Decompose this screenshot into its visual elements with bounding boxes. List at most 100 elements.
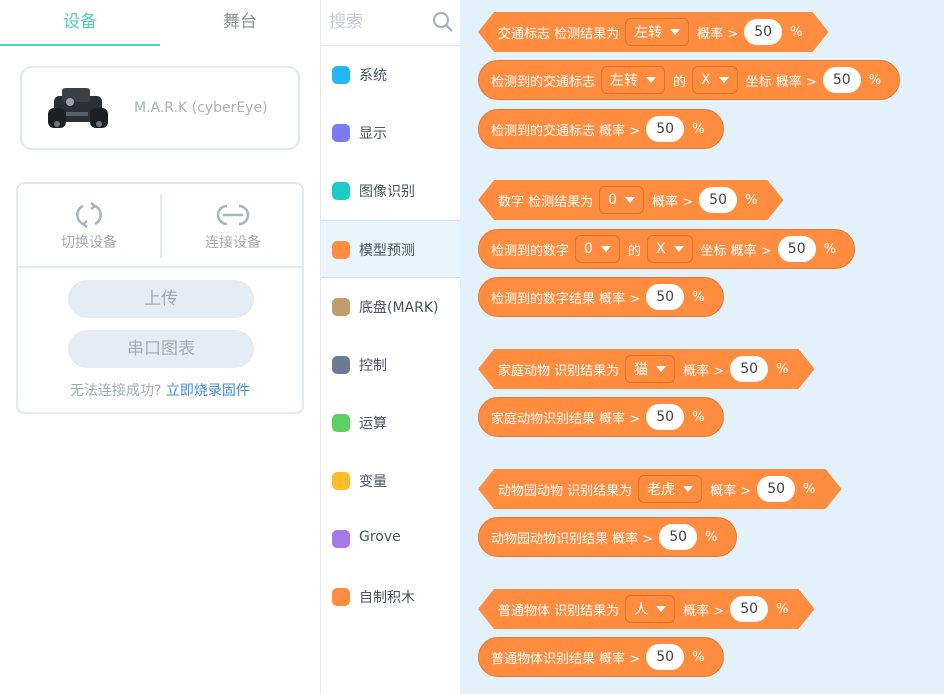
device-card[interactable]: M.A.R.K (cyberEye) — [20, 66, 300, 150]
block-dropdown[interactable]: X — [646, 235, 693, 263]
tab-device[interactable]: 设备 — [0, 0, 160, 46]
block-dropdown[interactable]: 老虎 — [638, 475, 702, 503]
block-text: 概率 > — [710, 483, 752, 499]
switch-icon — [76, 202, 102, 228]
reporter-block[interactable]: 动物园动物识别结果 概率 > 50% — [478, 517, 737, 557]
reporter-block[interactable]: 普通物体识别结果 概率 > 50% — [478, 637, 724, 677]
probability-input[interactable]: 50 — [659, 524, 698, 550]
category-label: 底盘(MARK) — [359, 300, 439, 316]
search-bar — [321, 0, 460, 46]
probability-input[interactable]: 50 — [744, 19, 782, 45]
connect-device-button[interactable]: 连接设备 — [162, 184, 304, 266]
block-text: 动物园动物识别结果 概率 > — [491, 531, 654, 547]
block-dropdown[interactable]: 0 — [599, 186, 644, 214]
block-text: 检测到的数字结果 概率 > — [491, 291, 641, 307]
search-icon[interactable] — [431, 10, 455, 34]
block-text: 检测到的数字 — [491, 243, 570, 259]
tab-stage[interactable]: 舞台 — [160, 0, 320, 46]
boolean-block[interactable]: 家庭动物 识别结果为猫 概率 > 50% — [478, 349, 815, 389]
probability-input[interactable]: 50 — [730, 356, 768, 382]
block-text: 的 — [627, 243, 641, 259]
block-text: % — [823, 241, 837, 257]
block-dropdown[interactable]: 左转 — [601, 66, 666, 94]
reporter-block[interactable]: 检测到的数字 0 的 X 坐标 概率 > 50% — [478, 229, 856, 269]
block-text: 交通标志 检测结果为 — [498, 26, 620, 42]
block-text: 动物园动物 识别结果为 — [498, 483, 633, 499]
category-item[interactable]: 系统 — [321, 46, 460, 104]
boolean-block[interactable]: 交通标志 检测结果为 左转 概率 > 50% — [478, 12, 829, 52]
boolean-block[interactable]: 动物园动物 识别结果为 老虎 概率 > 50% — [478, 469, 842, 509]
block-text: 普通物体 识别结果为 — [498, 603, 620, 619]
block-text: % — [692, 649, 705, 665]
probability-input[interactable]: 50 — [646, 404, 685, 430]
dropdown-value: 猫 — [634, 362, 649, 378]
serial-chart-button[interactable]: 串口图表 — [68, 330, 254, 368]
caret-down-icon — [718, 77, 729, 83]
block-text: % — [776, 361, 789, 377]
category-item[interactable]: Grove — [321, 510, 460, 568]
caret-down-icon — [670, 29, 680, 35]
block-dropdown[interactable]: X — [692, 66, 738, 94]
category-item[interactable]: 控制 — [321, 336, 460, 394]
block-dropdown[interactable]: 0 — [575, 235, 620, 263]
category-item[interactable]: 图像识别 — [321, 162, 460, 220]
block-text: 概率 > — [652, 194, 694, 210]
category-item[interactable]: 显示 — [321, 104, 460, 162]
category-label: 自制积木 — [359, 590, 415, 606]
switch-device-label: 切换设备 — [61, 235, 117, 251]
switch-device-button[interactable]: 切换设备 — [18, 184, 160, 266]
link-icon — [216, 204, 250, 226]
caret-down-icon — [673, 246, 684, 252]
block-dropdown[interactable]: 左转 — [625, 18, 689, 46]
probability-input[interactable]: 50 — [646, 116, 685, 142]
connect-help: 无法连接成功? 立即烧录固件 — [18, 380, 302, 400]
category-label: 变量 — [359, 474, 387, 490]
probability-input[interactable]: 50 — [822, 67, 861, 93]
device-actions: 切换设备 连接设备 上传 串口图表 无法连接成功? 立即烧录固件 — [16, 182, 304, 414]
category-menu: 系统显示图像识别模型预测底盘(MARK) 控制运算变量 Grove 自制积木 — [320, 0, 460, 694]
search-input[interactable] — [329, 8, 425, 36]
caret-down-icon — [656, 606, 666, 612]
probability-input[interactable]: 50 — [757, 476, 795, 502]
probability-input[interactable]: 50 — [646, 284, 685, 310]
dropdown-value: 0 — [608, 192, 618, 208]
dropdown-value: X — [655, 241, 666, 257]
reporter-block[interactable]: 检测到的数字结果 概率 > 50% — [478, 277, 724, 317]
category-color-icon — [332, 66, 350, 84]
category-item[interactable]: 自制积木 — [321, 568, 460, 626]
reporter-block[interactable]: 家庭动物识别结果 概率 > 50% — [478, 397, 724, 437]
category-item[interactable]: 底盘(MARK) — [321, 278, 460, 336]
upload-button[interactable]: 上传 — [68, 280, 254, 318]
reporter-block[interactable]: 检测到的交通标志 左转 的 X 坐标 概率 > 50% — [478, 60, 901, 100]
category-item[interactable]: 模型预测 — [321, 220, 460, 278]
block-text: % — [745, 192, 758, 208]
block-text: 检测到的交通标志 概率 > — [491, 123, 641, 139]
block-text: % — [692, 289, 705, 305]
reporter-block[interactable]: 检测到的交通标志 概率 > 50% — [478, 109, 724, 149]
flash-firmware-link[interactable]: 立即烧录固件 — [166, 383, 250, 399]
divider — [18, 266, 302, 268]
block-dropdown[interactable]: 人 — [625, 595, 675, 623]
block-text: 家庭动物识别结果 概率 > — [491, 411, 641, 427]
probability-input[interactable]: 50 — [777, 236, 816, 262]
category-item[interactable]: 变量 — [321, 452, 460, 510]
caret-down-icon — [600, 246, 611, 252]
caret-down-icon — [625, 197, 635, 203]
category-color-icon — [332, 472, 350, 490]
category-item[interactable]: 运算 — [321, 394, 460, 452]
block-dropdown[interactable]: 猫 — [625, 355, 675, 383]
block-text: 概率 > — [683, 363, 725, 379]
probability-input[interactable]: 50 — [699, 187, 737, 213]
probability-input[interactable]: 50 — [646, 644, 685, 670]
dropdown-value: 人 — [634, 602, 649, 618]
block-text: % — [803, 481, 816, 497]
block-text: % — [705, 529, 718, 545]
category-label: 控制 — [359, 358, 387, 374]
boolean-block[interactable]: 数字 检测结果为 0 概率 > 50% — [478, 180, 783, 220]
category-label: 模型预测 — [359, 243, 415, 259]
probability-input[interactable]: 50 — [730, 596, 768, 622]
boolean-block[interactable]: 普通物体 识别结果为人 概率 > 50% — [478, 589, 815, 629]
device-panel: 设备 舞台 M.A.R.K (cyberEye) 切换设备 连接设备 上传 串口… — [0, 0, 320, 694]
device-name: M.A.R.K (cyberEye) — [134, 100, 268, 116]
dropdown-value: 老虎 — [647, 482, 676, 498]
